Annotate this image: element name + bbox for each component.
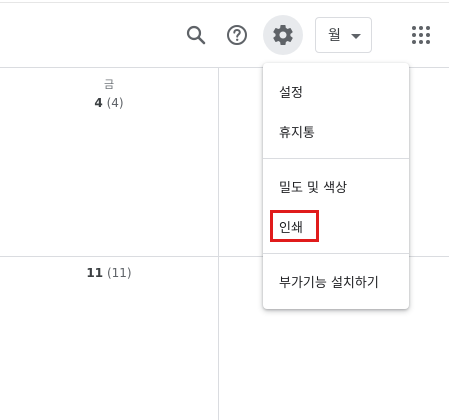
calendar-page: 월 금 4 (4) 11 (11) 설정 휴지통 밀도 및 색상 인쇄 부가기능…	[0, 0, 449, 420]
menu-item-settings[interactable]: 설정	[263, 71, 409, 111]
search-button[interactable]	[176, 15, 216, 55]
settings-menu: 설정 휴지통 밀도 및 색상 인쇄 부가기능 설치하기	[263, 63, 409, 309]
day-lunar: (4)	[106, 96, 124, 110]
view-select[interactable]: 월	[315, 17, 372, 53]
search-icon	[186, 25, 206, 45]
day-number: 4	[94, 96, 103, 110]
help-button[interactable]	[217, 15, 257, 55]
menu-divider	[263, 158, 409, 159]
apps-button[interactable]	[401, 15, 441, 55]
weekday-label: 금	[103, 78, 115, 91]
menu-item-label: 밀도 및 색상	[279, 180, 348, 196]
apps-grid-icon	[412, 26, 430, 44]
caret-down-icon	[351, 34, 361, 39]
menu-item-print[interactable]: 인쇄	[263, 206, 409, 246]
day-number: 11	[86, 266, 104, 280]
gear-icon	[273, 25, 293, 46]
grid-column-divider	[218, 68, 219, 420]
help-icon	[227, 25, 247, 45]
highlight-box	[270, 210, 319, 242]
menu-divider	[263, 253, 409, 254]
menu-item-density-color[interactable]: 밀도 및 색상	[263, 166, 409, 206]
day-lunar: (11)	[106, 266, 132, 280]
view-select-label: 월	[328, 28, 341, 44]
top-divider	[0, 2, 449, 3]
menu-item-trash[interactable]: 휴지통	[263, 111, 409, 151]
day-cell-11[interactable]: 11 (11)	[0, 266, 218, 280]
menu-item-label: 부가기능 설치하기	[279, 275, 379, 291]
day-cell-4[interactable]: 4 (4)	[0, 96, 218, 110]
menu-item-label: 휴지통	[279, 125, 315, 141]
settings-button[interactable]	[263, 15, 303, 55]
menu-item-install-addons[interactable]: 부가기능 설치하기	[263, 261, 409, 301]
top-toolbar: 월	[0, 0, 449, 68]
menu-item-label: 설정	[279, 85, 303, 101]
